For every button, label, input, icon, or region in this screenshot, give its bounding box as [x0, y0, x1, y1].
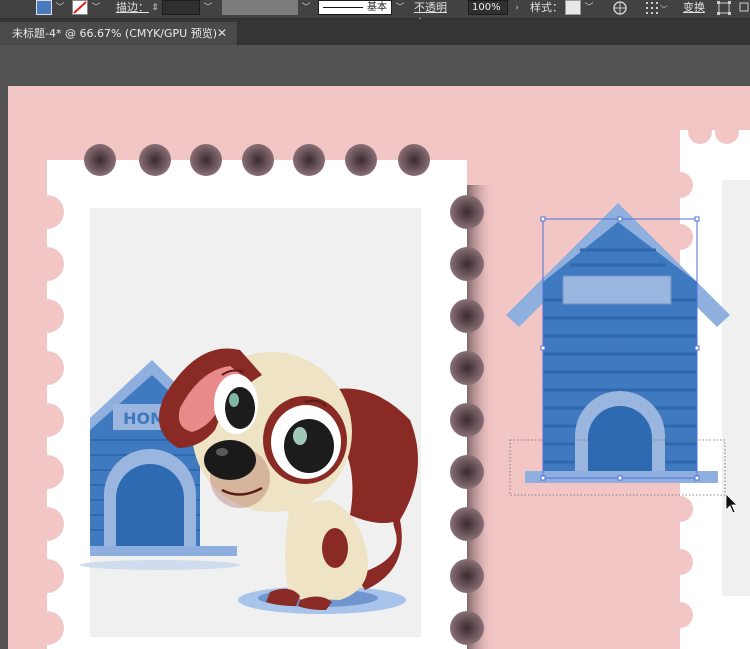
brush-definition-field[interactable]: 基本 [318, 0, 392, 15]
style-label[interactable]: 样式： [530, 0, 564, 18]
transform-label[interactable]: 变换 [683, 0, 707, 18]
transform-icon[interactable] [716, 0, 732, 18]
recolor-artwork-icon[interactable] [612, 0, 628, 18]
close-icon[interactable]: ✕ [217, 22, 227, 45]
more-options-icon[interactable] [738, 0, 750, 18]
fill-color-swatch[interactable] [36, 0, 52, 15]
fill-dropdown-chevron-icon[interactable]: ﹀ [54, 0, 66, 18]
no-stroke-icon [73, 1, 87, 14]
style-chevron-icon[interactable]: ﹀ [583, 0, 595, 18]
profile-chevron-icon[interactable]: ﹀ [300, 0, 312, 18]
tab-untitled-4[interactable]: 未标题-4* @ 66.67% (CMYK/GPU 预览) ✕ [0, 22, 238, 45]
document-tab-bar: 未标题-4* @ 66.67% (CMYK/GPU 预览) ✕ [0, 19, 750, 45]
artwork-canvas: HOME [30, 120, 750, 649]
brush-line-icon [323, 7, 363, 8]
control-bar: ﹀ ﹀ 描边： ⇕ ﹀ ﹀ 基本 ﹀ 不透明度： 100% › 样式： ﹀ ﹀ … [0, 0, 750, 30]
stroke-weight-chevron-icon[interactable]: ﹀ [202, 0, 214, 18]
opacity-arrow-icon[interactable]: › [512, 0, 522, 18]
brush-chevron-icon[interactable]: ﹀ [394, 0, 406, 18]
svg-text:﹀: ﹀ [660, 5, 667, 14]
stroke-none-swatch[interactable] [72, 0, 88, 15]
graphic-style-swatch[interactable] [565, 0, 581, 15]
stroke-weight-input[interactable] [162, 0, 200, 15]
variable-width-profile[interactable] [222, 0, 298, 15]
opacity-label[interactable]: 不透明度： [414, 0, 468, 30]
canvas-area[interactable]: HOME [0, 45, 750, 649]
brush-basic-label: 基本 [367, 2, 387, 13]
main-stamp[interactable]: HOME [30, 144, 496, 649]
stroke-stepper-icon[interactable]: ⇕ [150, 0, 160, 18]
tab-title: 未标题-4* @ 66.67% (CMYK/GPU 预览) [12, 27, 217, 40]
stroke-dropdown-chevron-icon[interactable]: ﹀ [90, 0, 102, 18]
opacity-input[interactable]: 100% [468, 0, 508, 15]
stroke-label[interactable]: 描边： [116, 0, 150, 18]
align-grid-icon[interactable]: ﹀ [645, 0, 667, 18]
